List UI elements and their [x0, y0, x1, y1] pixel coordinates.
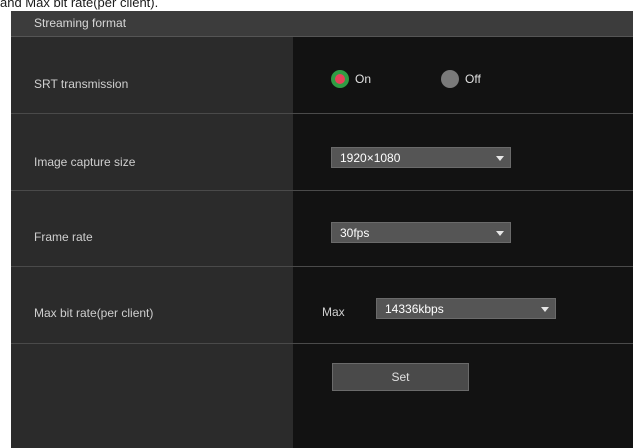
streaming-format-panel: Streaming format SRT transmission Image … [11, 11, 633, 448]
srt-off-radio[interactable]: Off [441, 70, 481, 88]
section-header: Streaming format [11, 11, 633, 37]
srt-transmission-label: SRT transmission [34, 77, 129, 91]
controls-column: On Off 1920×1080 30fps Max 14336kbps Set [293, 37, 633, 448]
radio-on-icon [331, 70, 349, 88]
srt-on-radio[interactable]: On [331, 70, 371, 88]
chevron-down-icon [496, 156, 504, 161]
labels-column: SRT transmission Image capture size Fram… [11, 37, 293, 448]
image-capture-size-select[interactable]: 1920×1080 [331, 147, 511, 168]
frame-rate-value: 30fps [340, 226, 370, 240]
page-caption: and Max bit rate(per client). [0, 0, 159, 10]
max-bit-rate-label: Max bit rate(per client) [34, 306, 154, 320]
srt-on-label: On [355, 72, 372, 86]
max-bit-rate-select[interactable]: 14336kbps [376, 298, 556, 319]
image-capture-size-label: Image capture size [34, 155, 136, 169]
frame-rate-select[interactable]: 30fps [331, 222, 511, 243]
chevron-down-icon [496, 231, 504, 236]
image-capture-size-value: 1920×1080 [340, 151, 401, 165]
row-divider [11, 343, 633, 344]
section-title: Streaming format [34, 16, 127, 30]
radio-off-icon [441, 70, 459, 88]
max-bit-rate-value: 14336kbps [385, 302, 444, 316]
max-prefix-label: Max [322, 305, 345, 319]
row-divider [11, 266, 633, 267]
chevron-down-icon [541, 307, 549, 312]
row-divider [11, 190, 633, 191]
frame-rate-label: Frame rate [34, 230, 93, 244]
row-divider [11, 113, 633, 114]
set-button[interactable]: Set [332, 363, 469, 391]
srt-off-label: Off [465, 72, 481, 86]
